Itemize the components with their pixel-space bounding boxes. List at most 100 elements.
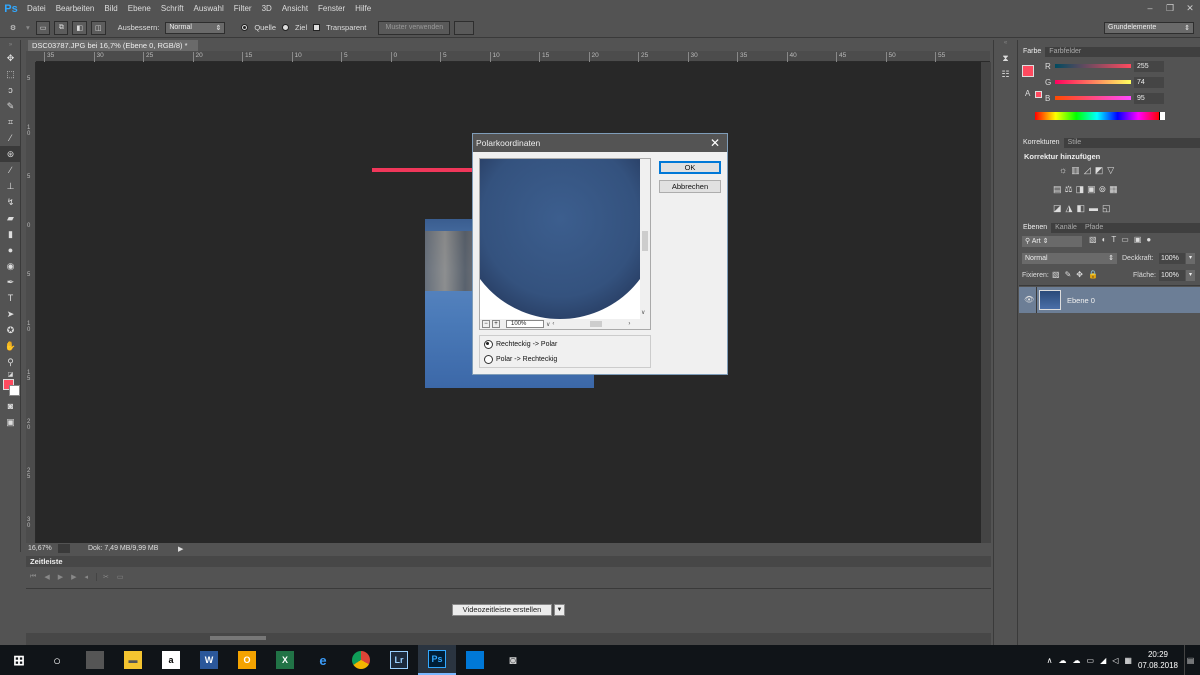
marquee-tool-icon[interactable]: ⬚ [0,66,21,82]
visibility-eye-icon[interactable]: 👁 [1024,295,1034,304]
menu-fenster[interactable]: Fenster [313,0,350,17]
move-tool-icon[interactable]: ✥ [0,50,21,66]
eraser-tool-icon[interactable]: ▰ [0,210,21,226]
posterize-icon[interactable]: ◮ [1066,203,1073,214]
timeline-type-dropdown-icon[interactable]: ▼ [554,604,565,616]
onedrive-icon[interactable]: ☁ [1059,656,1067,665]
path-selection-tool-icon[interactable]: ➤ [0,306,21,322]
history-panel-icon[interactable]: ⧗ [994,50,1017,66]
tab-ebenen[interactable]: Ebenen [1019,223,1052,233]
lock-position-icon[interactable]: ✥ [1076,270,1083,279]
menu-schrift[interactable]: Schrift [156,0,189,17]
menu-auswahl[interactable]: Auswahl [189,0,229,17]
ok-button[interactable]: OK [659,161,721,174]
create-video-timeline-button[interactable]: Videozeitleiste erstellen [452,604,552,616]
subtract-selection-icon[interactable]: ◧ [72,20,88,35]
battery-icon[interactable]: ▭ [1087,656,1095,665]
play-icon[interactable]: ▶ [58,573,63,581]
add-selection-icon[interactable]: ⧉ [54,20,69,35]
black-white-ramp[interactable] [1159,112,1165,120]
minimize-button[interactable]: – [1140,0,1160,17]
transparent-checkbox[interactable] [313,24,321,31]
history-brush-tool-icon[interactable]: ↯ [0,194,21,210]
use-pattern-button[interactable]: Muster verwenden [378,20,451,35]
hscroll-thumb[interactable] [590,321,603,327]
color-panel-foreground[interactable] [1022,65,1034,77]
collapse-icon[interactable]: » [0,40,21,50]
filter-adjustment-icon[interactable]: ◐ [1102,235,1107,244]
zoom-level[interactable]: 16,67% [26,545,58,552]
selective-color-icon[interactable]: ◱ [1102,203,1111,214]
filter-type-icon[interactable]: T [1111,235,1116,244]
preview-image[interactable] [480,159,640,319]
menu-bearbeiten[interactable]: Bearbeiten [51,0,100,17]
tray-overflow-icon[interactable]: ∧ [1047,656,1053,665]
quick-mask-icon[interactable]: ◙ [0,398,21,414]
task-view-button[interactable] [76,645,114,675]
collapse-icon[interactable]: « [994,40,1017,50]
volume-icon[interactable]: ◁ [1112,656,1118,665]
menu-3d[interactable]: 3D [257,0,277,17]
b-value-field[interactable]: 95 [1134,93,1164,104]
brightness-contrast-icon[interactable]: ☼ [1059,165,1067,176]
tab-korrekturen[interactable]: Korrekturen [1019,138,1064,148]
hand-tool-icon[interactable]: ✋ [0,338,21,354]
layer-row[interactable]: 👁 Ebene 0 [1019,287,1200,313]
scroll-right-icon[interactable]: › [628,321,630,327]
dodge-tool-icon[interactable]: ◉ [0,258,21,274]
filter-shape-icon[interactable]: ▭ [1121,235,1129,244]
camera-button[interactable]: ◙ [494,645,532,675]
status-menu-icon[interactable] [58,544,70,553]
menu-ebene[interactable]: Ebene [123,0,156,17]
scroll-left-icon[interactable]: ‹ [552,321,554,327]
polar-to-rect-radio[interactable] [484,355,493,364]
photoshop-button[interactable]: Ps [418,645,456,675]
scroll-down-icon[interactable]: ∨ [641,309,645,316]
screen-mode-icon[interactable]: ▣ [0,414,21,430]
menu-filter[interactable]: Filter [229,0,257,17]
gradient-map-icon[interactable]: ▬ [1089,203,1098,214]
lightroom-button[interactable]: Lr [380,645,418,675]
repair-mode-select[interactable]: Normal ⇕ [165,21,226,34]
cancel-button[interactable]: Abbrechen [659,180,721,193]
r-value-field[interactable]: 255 [1134,61,1164,72]
zoom-out-icon[interactable]: − [482,320,490,328]
hue-saturation-icon[interactable]: ▤ [1053,184,1062,195]
fill-field[interactable]: 100% [1159,270,1185,281]
properties-panel-icon[interactable]: ☷ [994,66,1017,82]
lasso-tool-icon[interactable]: ↄ [0,82,21,98]
notifications-icon[interactable]: ▤ [1184,645,1196,675]
lock-transparency-icon[interactable]: ▧ [1052,270,1060,279]
fill-slider-toggle[interactable]: ▾ [1186,270,1195,281]
color-lookup-icon[interactable]: ▦ [1109,184,1118,195]
invert-icon[interactable]: ◪ [1053,203,1062,214]
target-radio[interactable] [282,24,290,31]
black-white-icon[interactable]: ◨ [1076,184,1085,195]
maximize-button[interactable]: ❐ [1160,0,1180,17]
preview-horizontal-scrollbar[interactable] [556,321,626,327]
shape-tool-icon[interactable]: ✪ [0,322,21,338]
split-icon[interactable]: ✂ [96,573,109,581]
threshold-icon[interactable]: ◧ [1076,203,1085,214]
opacity-slider-toggle[interactable]: ▾ [1186,253,1195,264]
menu-hilfe[interactable]: Hilfe [350,0,376,17]
eyedropper-tool-icon[interactable]: ⁄ [0,130,21,146]
lock-pixels-icon[interactable]: ✎ [1065,270,1072,279]
workspace-select[interactable]: Grundelemente ⇕ [1104,21,1194,34]
previous-frame-icon[interactable]: ◀ [44,573,49,581]
patch-tool-icon[interactable]: ⊛ [0,146,21,162]
rect-to-polar-radio[interactable] [484,340,493,349]
brush-tool-icon[interactable]: ∕ [0,162,21,178]
outlook-button[interactable]: O [228,645,266,675]
option-rect-to-polar[interactable]: Rechteckig -> Polar [484,340,557,349]
clock[interactable]: 20:29 07.08.2018 [1138,649,1178,671]
vertical-scrollbar[interactable] [981,62,991,543]
tab-kanaele[interactable]: Kanäle [1051,223,1081,233]
menu-ansicht[interactable]: Ansicht [277,0,313,17]
color-balance-icon[interactable]: ⚖ [1065,184,1073,195]
excel-button[interactable]: X [266,645,304,675]
edge-button[interactable]: e [304,645,342,675]
tab-pfade[interactable]: Pfade [1081,223,1107,233]
type-tool-icon[interactable]: T [0,290,21,306]
layer-name[interactable]: Ebene 0 [1067,296,1095,305]
